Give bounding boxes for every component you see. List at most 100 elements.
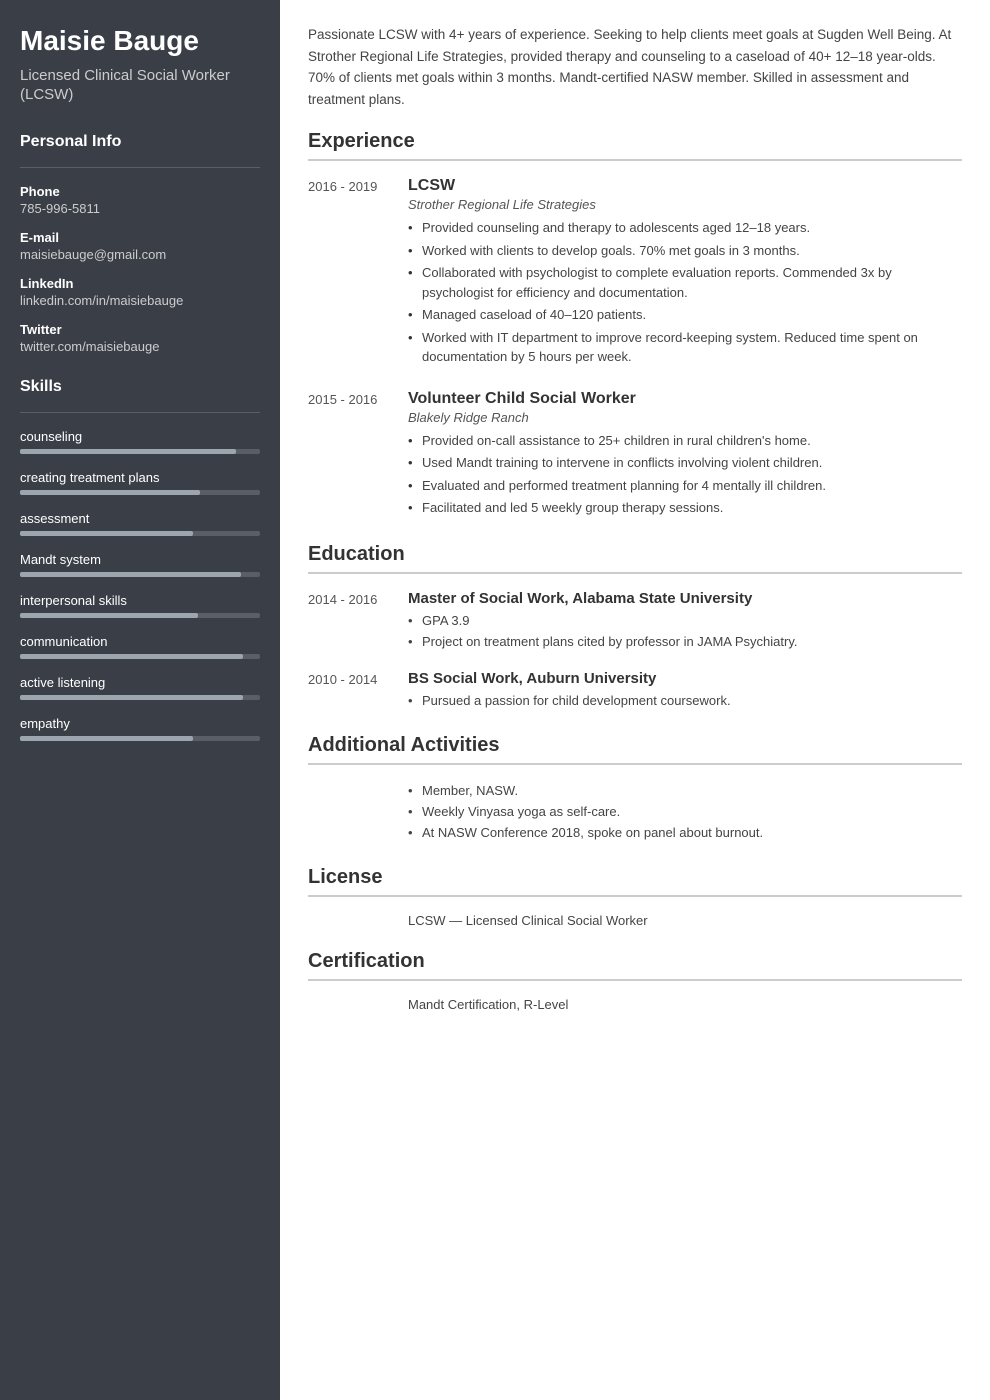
education-divider [308,572,962,574]
exp-title: Volunteer Child Social Worker [408,390,962,408]
personal-info-heading: Personal Info [20,133,260,151]
skills-divider [20,412,260,413]
list-item: Evaluated and performed treatment planni… [408,476,962,496]
candidate-name: Maisie Bauge [20,24,260,58]
contact-label: E-mail [20,230,260,245]
list-item: Project on treatment plans cited by prof… [408,632,962,652]
list-item: GPA 3.9 [408,611,962,631]
skill-name: assessment [20,511,260,526]
exp-company: Strother Regional Life Strategies [408,197,962,212]
edu-content: BS Social Work, Auburn University Pursue… [408,670,962,713]
list-item: Pursued a passion for child development … [408,691,962,711]
skill-item: counseling [20,429,260,454]
activities-list: Member, NASW.Weekly Vinyasa yoga as self… [308,781,962,843]
contact-label: LinkedIn [20,276,260,291]
contact-list: Phone 785-996-5811 E-mail maisiebauge@gma… [20,184,260,354]
skill-bar-bg [20,490,260,495]
list-item: Collaborated with psychologist to comple… [408,263,962,302]
list-item: Provided on-call assistance to 25+ child… [408,431,962,451]
skill-name: active listening [20,675,260,690]
skill-bar-fill [20,572,241,577]
exp-bullets: Provided counseling and therapy to adole… [408,218,962,367]
skills-section: Skills counseling creating treatment pla… [20,378,260,741]
edu-dates: 2010 - 2014 [308,670,408,713]
experience-divider [308,159,962,161]
contact-value: 785-996-5811 [20,201,260,216]
exp-company: Blakely Ridge Ranch [408,410,962,425]
skill-name: interpersonal skills [20,593,260,608]
education-entry: 2010 - 2014 BS Social Work, Auburn Unive… [308,670,962,713]
skill-name: empathy [20,716,260,731]
list-item: Used Mandt training to intervene in conf… [408,453,962,473]
list-item: Managed caseload of 40–120 patients. [408,305,962,325]
skill-name: Mandt system [20,552,260,567]
activities-divider [308,763,962,765]
skill-bar-bg [20,654,260,659]
contact-label: Twitter [20,322,260,337]
contact-value: linkedin.com/in/maisiebauge [20,293,260,308]
edu-bullets: GPA 3.9Project on treatment plans cited … [408,611,962,652]
candidate-title: Licensed Clinical Social Worker (LCSW) [20,66,260,105]
skill-bar-fill [20,695,243,700]
skill-item: assessment [20,511,260,536]
contact-item: E-mail maisiebauge@gmail.com [20,230,260,262]
skill-bar-bg [20,695,260,700]
skill-item: interpersonal skills [20,593,260,618]
license-heading: License [308,866,962,889]
license-text: LCSW — Licensed Clinical Social Worker [308,913,962,928]
activities-heading: Additional Activities [308,734,962,757]
edu-content: Master of Social Work, Alabama State Uni… [408,590,962,654]
education-list: 2014 - 2016 Master of Social Work, Alaba… [308,590,962,713]
skill-bar-fill [20,736,193,741]
skill-name: creating treatment plans [20,470,260,485]
license-section: License LCSW — Licensed Clinical Social … [308,866,962,928]
edu-title: Master of Social Work, Alabama State Uni… [408,590,962,607]
skill-item: communication [20,634,260,659]
exp-content: LCSW Strother Regional Life Strategies P… [408,177,962,370]
list-item: Weekly Vinyasa yoga as self-care. [408,802,962,823]
list-item: Worked with clients to develop goals. 70… [408,241,962,261]
list-item: Member, NASW. [408,781,962,802]
skill-bar-fill [20,490,200,495]
skill-bar-fill [20,654,243,659]
contact-item: LinkedIn linkedin.com/in/maisiebauge [20,276,260,308]
contact-value: twitter.com/maisiebauge [20,339,260,354]
exp-title: LCSW [408,177,962,195]
skill-bar-bg [20,613,260,618]
personal-divider [20,167,260,168]
skill-name: counseling [20,429,260,444]
education-heading: Education [308,543,962,566]
skill-item: creating treatment plans [20,470,260,495]
skill-bar-bg [20,736,260,741]
license-divider [308,895,962,897]
skills-heading: Skills [20,378,260,396]
edu-dates: 2014 - 2016 [308,590,408,654]
skill-bar-bg [20,531,260,536]
summary: Passionate LCSW with 4+ years of experie… [308,24,962,110]
skill-bar-fill [20,531,193,536]
edu-title: BS Social Work, Auburn University [408,670,962,687]
contact-label: Phone [20,184,260,199]
certification-divider [308,979,962,981]
certification-section: Certification Mandt Certification, R-Lev… [308,950,962,1012]
edu-bullets: Pursued a passion for child development … [408,691,962,711]
main-content: Passionate LCSW with 4+ years of experie… [280,0,990,1400]
exp-content: Volunteer Child Social Worker Blakely Ri… [408,390,962,521]
certification-heading: Certification [308,950,962,973]
skill-name: communication [20,634,260,649]
list-item: Provided counseling and therapy to adole… [408,218,962,238]
experience-list: 2016 - 2019 LCSW Strother Regional Life … [308,177,962,521]
activities-section: Additional Activities Member, NASW.Weekl… [308,734,962,843]
contact-item: Phone 785-996-5811 [20,184,260,216]
experience-entry: 2016 - 2019 LCSW Strother Regional Life … [308,177,962,370]
skill-item: Mandt system [20,552,260,577]
skill-bar-fill [20,449,236,454]
certification-text: Mandt Certification, R-Level [308,997,962,1012]
experience-entry: 2015 - 2016 Volunteer Child Social Worke… [308,390,962,521]
exp-dates: 2016 - 2019 [308,177,408,370]
skills-list: counseling creating treatment plans asse… [20,429,260,741]
skill-bar-bg [20,449,260,454]
skill-bar-bg [20,572,260,577]
experience-section: Experience 2016 - 2019 LCSW Strother Reg… [308,130,962,521]
education-section: Education 2014 - 2016 Master of Social W… [308,543,962,713]
